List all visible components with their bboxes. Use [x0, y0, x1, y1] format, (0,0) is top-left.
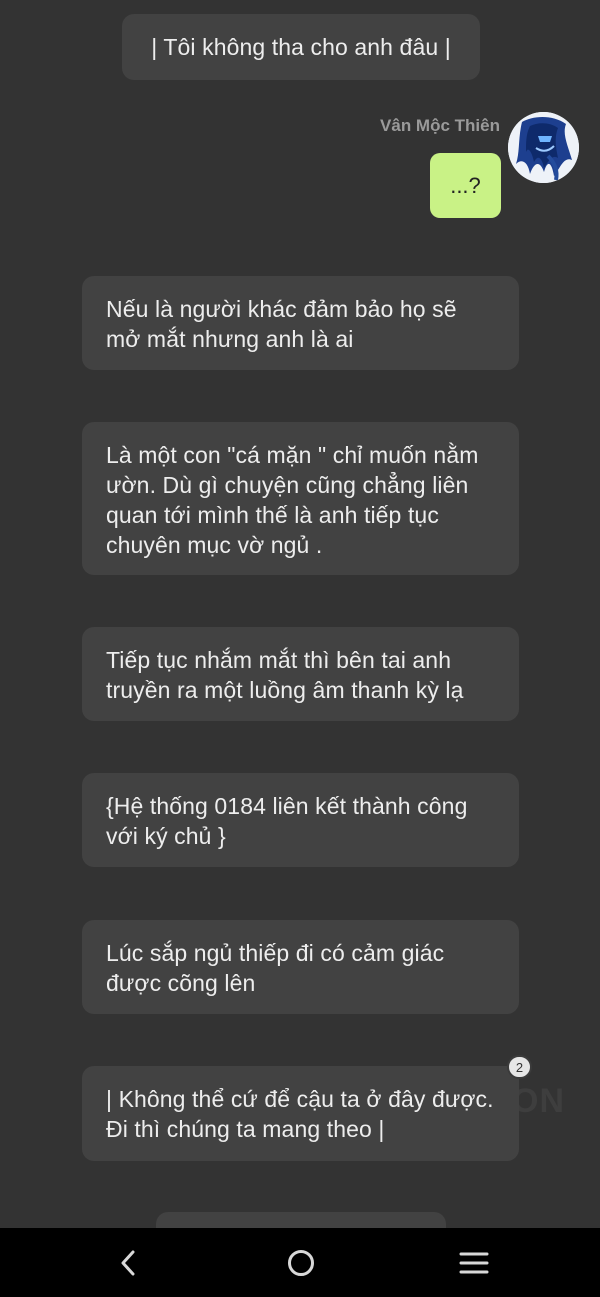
- recents-lines-icon: [459, 1252, 489, 1273]
- comment-count-badge[interactable]: 2: [507, 1055, 532, 1079]
- narration-bubble: Nếu là người khác đảm bảo họ sẽ mở mắt n…: [82, 276, 519, 370]
- system-message-text: | Tôi không tha cho anh đâu |: [151, 34, 451, 60]
- narration-bubble: Tiếp tục nhắm mắt thì bên tai anh truyền…: [82, 627, 519, 721]
- my-message-bubble[interactable]: ...?: [430, 153, 501, 218]
- system-message-bubble: | Tôi không tha cho anh đâu |: [122, 14, 480, 80]
- back-chevron-icon: [121, 1250, 135, 1275]
- narration-bubble: | Không thể cứ để cậu ta ở đây được. Đi …: [82, 1066, 519, 1161]
- recents-button[interactable]: [434, 1228, 514, 1297]
- watermark: ON: [512, 1082, 565, 1120]
- system-navigation-bar: [0, 1228, 600, 1297]
- sender-name: Vân Mộc Thiên: [380, 116, 500, 135]
- home-circle-icon: [288, 1249, 314, 1276]
- narration-text: | Không thể cứ để cậu ta ở đây được. Đi …: [106, 1086, 494, 1142]
- avatar[interactable]: [508, 112, 579, 183]
- narration-text: {Hệ thống 0184 liên kết thành công với k…: [106, 793, 468, 849]
- narration-text: Nếu là người khác đảm bảo họ sẽ mở mắt n…: [106, 296, 457, 352]
- my-message-text: ...?: [450, 172, 481, 198]
- avatar-image: [508, 112, 579, 183]
- narration-text: Tiếp tục nhắm mắt thì bên tai anh truyền…: [106, 647, 464, 703]
- narration-bubble: Lúc sắp ngủ thiếp đi có cảm giác được cõ…: [82, 920, 519, 1014]
- home-button[interactable]: [261, 1228, 341, 1297]
- narration-bubble: {Hệ thống 0184 liên kết thành công với k…: [82, 773, 519, 867]
- back-button[interactable]: [88, 1228, 168, 1297]
- narration-text: Là một con "cá mặn " chỉ muốn nằm ườn. D…: [106, 442, 479, 558]
- narration-bubble: Là một con "cá mặn " chỉ muốn nằm ườn. D…: [82, 422, 519, 575]
- narration-text: Lúc sắp ngủ thiếp đi có cảm giác được cõ…: [106, 940, 445, 996]
